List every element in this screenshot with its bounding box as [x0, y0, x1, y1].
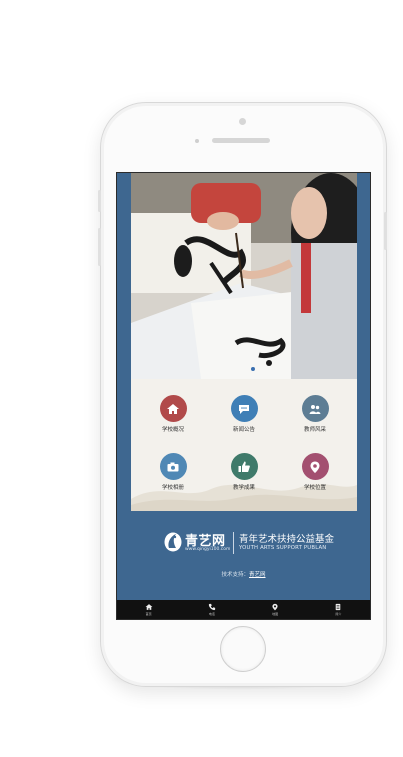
menu-label: 新闻公告 — [232, 427, 255, 433]
menu-label: 教学成果 — [232, 485, 255, 491]
chat-icon — [230, 395, 258, 422]
home-icon — [145, 604, 153, 610]
side-button — [98, 190, 101, 212]
menu-label: 学校概况 — [161, 427, 184, 433]
menu-item-achievements[interactable]: 教学成果 — [214, 453, 274, 491]
brand-divider — [233, 532, 234, 554]
tab-label: 电话 — [208, 612, 215, 616]
tab-label: 首页 — [145, 612, 152, 616]
tab-label: 地图 — [272, 612, 279, 616]
tech-support-prefix: 技术支持： — [221, 572, 249, 578]
side-button — [98, 228, 101, 266]
proximity-sensor — [195, 139, 199, 143]
brand-footer: 青艺网 www.qingyi100.com 青年艺术扶持公益基金 YOUTH A… — [163, 528, 363, 568]
menu-label: 学校位置 — [303, 485, 326, 491]
brand-slogan: 青年艺术扶持公益基金 — [239, 534, 335, 545]
phone-icon — [208, 603, 216, 611]
bottom-tab-bar: 首页 电话 地图 简介 — [117, 600, 370, 619]
thumbs-up-icon — [230, 453, 258, 480]
brand-logo-icon — [164, 532, 182, 552]
side-button — [384, 212, 387, 250]
phone-screen: 学校概况 新闻公告 教师风采 学校相册 教学成果 学校位置 青艺网 www.qi… — [116, 172, 371, 620]
tab-map[interactable]: 地图 — [244, 600, 307, 619]
front-camera — [239, 118, 246, 125]
tab-phone[interactable]: 电话 — [180, 600, 243, 619]
tab-label: 简介 — [335, 612, 342, 616]
menu-item-school-overview[interactable]: 学校概况 — [143, 395, 203, 433]
brand-slogan-en: YOUTH ARTS SUPPORT PUBLAN — [239, 545, 327, 551]
location-pin-icon — [301, 453, 329, 480]
hero-banner-image — [131, 173, 357, 379]
menu-item-teachers[interactable]: 教师风采 — [285, 395, 345, 433]
home-icon — [159, 395, 187, 422]
people-icon — [301, 395, 329, 422]
menu-item-album[interactable]: 学校相册 — [143, 453, 203, 491]
tech-support-link[interactable]: 青艺网 — [249, 572, 266, 578]
location-pin-icon — [272, 603, 278, 611]
menu-grid: 学校概况 新闻公告 教师风采 学校相册 教学成果 学校位置 — [131, 379, 357, 511]
menu-label: 教师风采 — [303, 427, 326, 433]
home-button[interactable] — [220, 626, 266, 672]
menu-item-location[interactable]: 学校位置 — [285, 453, 345, 491]
tab-home[interactable]: 首页 — [117, 600, 180, 619]
brand-url: www.qingyi100.com — [185, 547, 231, 552]
menu-label: 学校相册 — [161, 485, 184, 491]
camera-icon — [159, 453, 187, 480]
document-icon — [336, 603, 341, 611]
tech-support-line: 技术支持：青艺网 — [117, 570, 370, 578]
menu-item-news[interactable]: 新闻公告 — [214, 395, 274, 433]
earpiece-speaker — [212, 138, 270, 143]
tab-about[interactable]: 简介 — [307, 600, 370, 619]
